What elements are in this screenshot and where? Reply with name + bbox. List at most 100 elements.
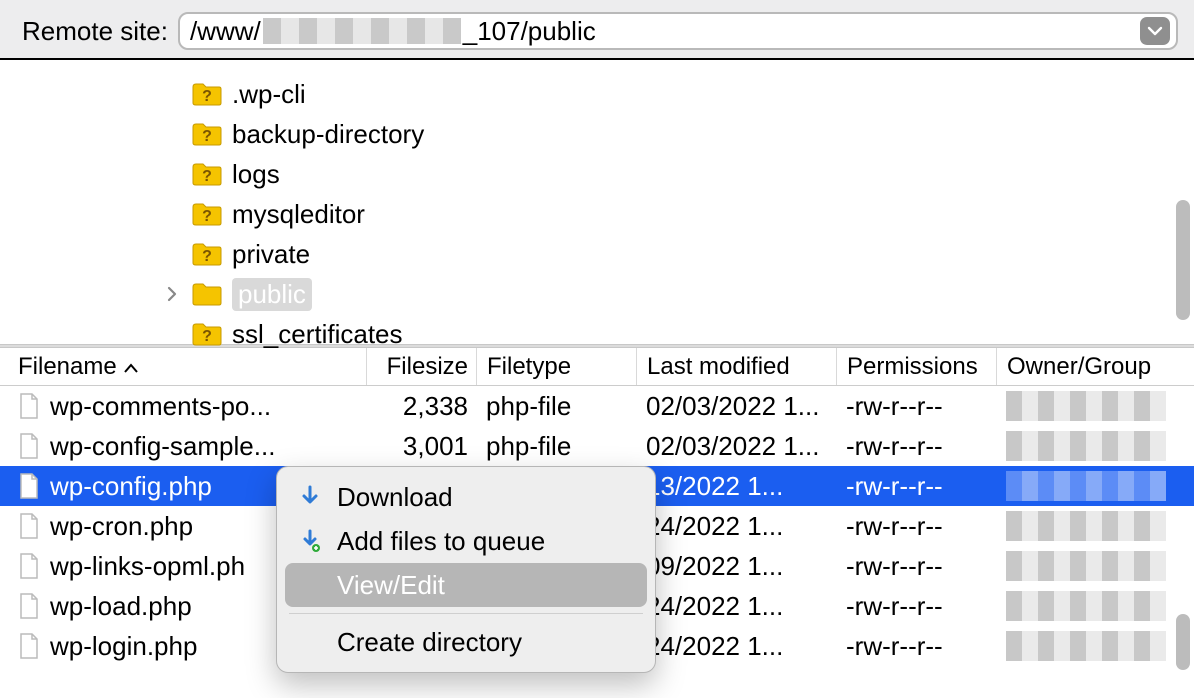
folder-unknown-icon [192, 322, 222, 346]
file-name-cell: wp-config-sample... [16, 431, 366, 462]
tree-item-label: public [232, 278, 312, 311]
path-dropdown-button[interactable] [1140, 17, 1170, 45]
file-icon [18, 473, 40, 499]
tree-scrollbar[interactable] [1176, 200, 1190, 320]
file-name-label: wp-cron.php [50, 511, 193, 542]
redacted-owner [1006, 391, 1166, 421]
tree-item[interactable]: .wp-cli [130, 74, 1194, 114]
file-owner-cell [996, 591, 1176, 621]
ctx-add-to-queue[interactable]: Add files to queue [285, 519, 647, 563]
expand-icon[interactable] [162, 285, 182, 303]
file-type-cell: php-file [476, 391, 636, 422]
tree-item-label: private [232, 239, 310, 270]
file-name-cell: wp-comments-po... [16, 391, 366, 422]
ctx-download-label: Download [337, 482, 453, 513]
tree-item[interactable]: backup-directory [130, 114, 1194, 154]
column-filename[interactable]: Filename [16, 348, 366, 385]
column-lastmod-label: Last modified [647, 353, 790, 381]
directory-tree[interactable]: .wp-cli backup-directory logs mysqleditor pr… [0, 60, 1194, 344]
download-icon [297, 485, 323, 509]
tree-item-label: backup-directory [232, 119, 424, 150]
column-lastmod[interactable]: Last modified [636, 348, 836, 385]
tree-item[interactable]: public [130, 274, 1194, 314]
remote-path-value: /www/ _107/public [190, 16, 596, 47]
column-filename-label: Filename [18, 353, 117, 381]
redacted-owner [1006, 551, 1166, 581]
file-row[interactable]: wp-comments-po...2,338php-file02/03/2022… [0, 386, 1194, 426]
file-type-cell: php-file [476, 431, 636, 462]
file-mod-cell: 09/2022 1... [636, 551, 836, 582]
file-name-label: wp-config.php [50, 471, 212, 502]
column-owner[interactable]: Owner/Group [996, 348, 1176, 385]
context-menu: Download Add files to queue View/Edit Cr… [276, 466, 656, 673]
ctx-create-directory[interactable]: Create directory [285, 620, 647, 664]
file-name-label: wp-load.php [50, 591, 192, 622]
redacted-owner [1006, 511, 1166, 541]
ctx-mkdir-label: Create directory [337, 627, 522, 658]
file-list-header: Filename Filesize Filetype Last modified… [0, 348, 1194, 386]
folder-unknown-icon [192, 122, 222, 146]
file-icon [18, 593, 40, 619]
file-icon [18, 633, 40, 659]
remote-site-bar: Remote site: /www/ _107/public [0, 0, 1194, 60]
tree-item-label: logs [232, 159, 280, 190]
column-filesize-label: Filesize [387, 353, 468, 381]
column-perms[interactable]: Permissions [836, 348, 996, 385]
remote-site-label: Remote site: [22, 16, 168, 47]
tree-item[interactable]: mysqleditor [130, 194, 1194, 234]
redacted-owner [1006, 471, 1166, 501]
column-filesize[interactable]: Filesize [366, 348, 476, 385]
tree-item-label: mysqleditor [232, 199, 365, 230]
tree-item-label: ssl_certificates [232, 319, 403, 350]
column-owner-label: Owner/Group [1007, 353, 1151, 381]
file-name-label: wp-login.php [50, 631, 197, 662]
file-list[interactable]: wp-comments-po...2,338php-file02/03/2022… [0, 386, 1194, 666]
column-filetype-label: Filetype [487, 353, 571, 381]
file-row[interactable]: wp-config-sample...3,001php-file02/03/20… [0, 426, 1194, 466]
file-perm-cell: -rw-r--r-- [836, 551, 996, 582]
file-size-cell: 2,338 [366, 391, 476, 422]
tree-item-label: .wp-cli [232, 79, 306, 110]
file-owner-cell [996, 631, 1176, 661]
redacted-segment [263, 18, 461, 44]
redacted-owner [1006, 631, 1166, 661]
file-perm-cell: -rw-r--r-- [836, 511, 996, 542]
ctx-view-edit[interactable]: View/Edit [285, 563, 647, 607]
folder-unknown-icon [192, 242, 222, 266]
ctx-download[interactable]: Download [285, 475, 647, 519]
download-queue-icon [297, 529, 323, 553]
file-perm-cell: -rw-r--r-- [836, 431, 996, 462]
file-mod-cell: 24/2022 1... [636, 591, 836, 622]
sort-ascending-icon [123, 353, 139, 381]
file-mod-cell: 13/2022 1... [636, 471, 836, 502]
file-owner-cell [996, 431, 1176, 461]
ctx-view-label: View/Edit [337, 570, 445, 601]
folder-icon [192, 282, 222, 306]
tree-item[interactable]: private [130, 234, 1194, 274]
file-list-scrollbar[interactable] [1176, 614, 1190, 670]
file-mod-cell: 24/2022 1... [636, 631, 836, 662]
folder-unknown-icon [192, 162, 222, 186]
remote-path-input[interactable]: /www/ _107/public [178, 12, 1178, 50]
file-mod-cell: 24/2022 1... [636, 511, 836, 542]
remote-path-prefix: /www/ [190, 16, 261, 47]
file-name-label: wp-config-sample... [50, 431, 275, 462]
file-size-cell: 3,001 [366, 431, 476, 462]
tree-item[interactable]: logs [130, 154, 1194, 194]
file-icon [18, 553, 40, 579]
chevron-down-icon [1147, 25, 1163, 37]
file-name-label: wp-links-opml.ph [50, 551, 245, 582]
column-perms-label: Permissions [847, 353, 978, 381]
file-perm-cell: -rw-r--r-- [836, 591, 996, 622]
file-name-label: wp-comments-po... [50, 391, 271, 422]
file-owner-cell [996, 511, 1176, 541]
file-icon [18, 393, 40, 419]
redacted-owner [1006, 431, 1166, 461]
ctx-queue-label: Add files to queue [337, 526, 545, 557]
file-owner-cell [996, 471, 1176, 501]
file-perm-cell: -rw-r--r-- [836, 631, 996, 662]
column-filetype[interactable]: Filetype [476, 348, 636, 385]
file-perm-cell: -rw-r--r-- [836, 391, 996, 422]
folder-unknown-icon [192, 202, 222, 226]
folder-unknown-icon [192, 82, 222, 106]
